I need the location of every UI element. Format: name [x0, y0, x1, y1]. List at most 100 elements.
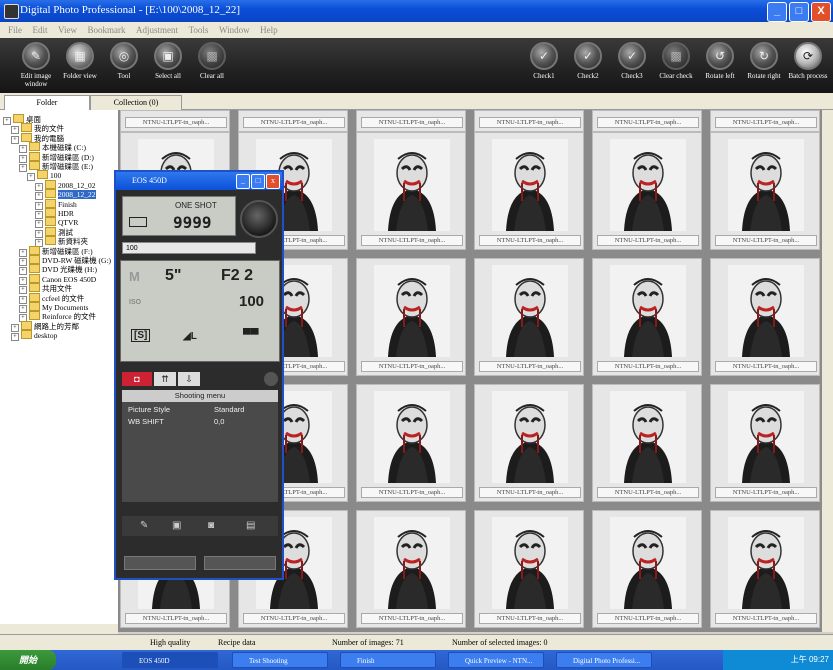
- white-balance-icon[interactable]: ▀▀: [243, 329, 259, 341]
- thumbnail-label: NTNU-LTLPT-tn_oaph...: [479, 235, 581, 246]
- af-mode-text: ONE SHOT: [175, 201, 217, 210]
- folder-icon: [29, 302, 40, 311]
- eos-bar-right[interactable]: [204, 556, 276, 570]
- clear-all-button[interactable]: ▩ Clear all: [190, 42, 234, 80]
- folder-icon: [45, 198, 56, 208]
- thumbnail-cell[interactable]: NTNU-LTLPT-tn_oaph...: [120, 110, 230, 132]
- thumbnail-image: [492, 265, 568, 357]
- test-shoot-icon[interactable]: ▣: [172, 520, 181, 531]
- thumbnail-cell[interactable]: NTNU-LTLPT-tn_oaph...: [474, 510, 584, 628]
- settings-tab-icon[interactable]: ⇈: [154, 372, 176, 386]
- folder-view-button[interactable]: ▦ Folder view: [58, 42, 102, 80]
- thumbnail-label: NTNU-LTLPT-tn_oaph...: [243, 117, 345, 128]
- thumbnail-cell[interactable]: NTNU-LTLPT-tn_oaph...: [592, 258, 702, 376]
- help-icon[interactable]: [264, 372, 278, 386]
- thumbnail-cell[interactable]: NTNU-LTLPT-tn_oaph...: [710, 110, 820, 132]
- rotate-right-button[interactable]: ↻ Rotate right: [742, 42, 786, 80]
- tool-icon: ◎: [110, 42, 138, 70]
- task-finish[interactable]: Finish: [340, 652, 436, 668]
- eos-maximize-button[interactable]: □: [251, 174, 265, 189]
- eos-settings-lcd: M 5" F2 2 ISO 100 [S] ◢L ▀▀: [120, 260, 280, 362]
- thumbnail-cell[interactable]: NTNU-LTLPT-tn_oaph...: [356, 132, 466, 250]
- task-eos[interactable]: EOS 450D: [122, 652, 218, 668]
- clear-check-button[interactable]: ▩ Clear check: [654, 42, 698, 80]
- timer-icon[interactable]: ◙: [208, 520, 214, 531]
- thumbnail-cell[interactable]: NTNU-LTLPT-tn_oaph...: [474, 258, 584, 376]
- shutter-release-button[interactable]: [240, 200, 278, 238]
- expand-icon[interactable]: +: [3, 117, 11, 125]
- tree-node[interactable]: + desktop: [11, 330, 57, 342]
- tree-horizontal-scrollbar[interactable]: [0, 624, 118, 634]
- minimize-button[interactable]: _: [767, 2, 787, 22]
- shooting-count-field[interactable]: 100: [122, 242, 256, 254]
- rotate-left-button[interactable]: ↺ Rotate left: [698, 42, 742, 80]
- menu-row-wb-shift[interactable]: WB SHIFT 0,0: [122, 416, 278, 427]
- task-quick-preview[interactable]: Quick Preview - NTN...: [448, 652, 544, 668]
- menu-edit[interactable]: Edit: [33, 22, 48, 38]
- check1-button[interactable]: ✓ Check1: [522, 42, 566, 80]
- tab-folder[interactable]: Folder: [4, 95, 90, 110]
- thumbnail-label: NTNU-LTLPT-tn_oaph...: [597, 235, 699, 246]
- clear-all-icon: ▩: [198, 42, 226, 70]
- download-tab-icon[interactable]: ⇩: [178, 372, 200, 386]
- thumbnail-cell[interactable]: NTNU-LTLPT-tn_oaph...: [238, 110, 348, 132]
- start-button[interactable]: 開始: [0, 650, 56, 670]
- image-quality-text[interactable]: ◢L: [183, 331, 197, 342]
- close-button[interactable]: X: [811, 2, 831, 22]
- menu-bookmark[interactable]: Bookmark: [88, 22, 126, 38]
- select-all-button[interactable]: ▣ Select all: [146, 42, 190, 80]
- thumbnail-cell[interactable]: NTNU-LTLPT-tn_oaph...: [592, 510, 702, 628]
- menu-adjustment[interactable]: Adjustment: [136, 22, 178, 38]
- check1-icon: ✓: [530, 42, 558, 70]
- camera-tab-icon[interactable]: ◘: [122, 372, 152, 386]
- menu-view[interactable]: View: [58, 22, 77, 38]
- thumbnail-cell[interactable]: NTNU-LTLPT-tn_oaph...: [474, 384, 584, 502]
- check2-button[interactable]: ✓ Check2: [566, 42, 610, 80]
- thumbnail-cell[interactable]: NTNU-LTLPT-tn_oaph...: [356, 510, 466, 628]
- thumbnail-cell[interactable]: NTNU-LTLPT-tn_oaph...: [356, 384, 466, 502]
- menu-window[interactable]: Window: [219, 22, 250, 38]
- live-view-icon[interactable]: ✎: [140, 520, 148, 531]
- thumbnail-label: NTNU-LTLPT-tn_oaph...: [715, 361, 817, 372]
- thumbnail-cell[interactable]: NTNU-LTLPT-tn_oaph...: [356, 258, 466, 376]
- thumbnail-cell[interactable]: NTNU-LTLPT-tn_oaph...: [710, 258, 820, 376]
- menu-bar: File Edit View Bookmark Adjustment Tools…: [0, 22, 833, 38]
- menu-tools[interactable]: Tools: [189, 22, 209, 38]
- maximize-button[interactable]: □: [789, 2, 809, 22]
- thumbnail-cell[interactable]: NTNU-LTLPT-tn_oaph...: [592, 132, 702, 250]
- thumbnail-cell[interactable]: NTNU-LTLPT-tn_oaph...: [592, 110, 702, 132]
- expand-icon[interactable]: +: [11, 135, 19, 144]
- task-dpp[interactable]: Digital Photo Professi...: [556, 652, 652, 668]
- menu-file[interactable]: File: [8, 22, 22, 38]
- check3-button[interactable]: ✓ Check3: [610, 42, 654, 80]
- task-test-shooting[interactable]: Test Shooting: [232, 652, 328, 668]
- thumbnail-cell[interactable]: NTNU-LTLPT-tn_oaph...: [474, 132, 584, 250]
- edit-image-window-button[interactable]: ✎ Edit image window: [14, 42, 58, 88]
- menu-row-picture-style[interactable]: Picture Style Standard: [122, 404, 278, 415]
- expand-icon[interactable]: +: [11, 333, 19, 342]
- eos-minimize-button[interactable]: _: [236, 174, 250, 189]
- toolbar: ✎ Edit image window ▦ Folder view ◎ Tool ▣ S…: [0, 38, 833, 93]
- mode-m-text[interactable]: M: [129, 269, 140, 284]
- thumbnail-cell[interactable]: NTNU-LTLPT-tn_oaph...: [710, 510, 820, 628]
- aperture-text[interactable]: F2 2: [221, 267, 253, 285]
- tab-collection[interactable]: Collection (0): [90, 95, 182, 110]
- thumbnail-cell[interactable]: NTNU-LTLPT-tn_oaph...: [710, 384, 820, 502]
- thumbnail-cell[interactable]: NTNU-LTLPT-tn_oaph...: [710, 132, 820, 250]
- grid-vertical-scrollbar[interactable]: [822, 110, 833, 632]
- expand-icon[interactable]: +: [27, 173, 35, 182]
- eos-close-button[interactable]: x: [266, 174, 280, 189]
- metering-icon[interactable]: [S]: [131, 329, 151, 342]
- thumbnail-cell[interactable]: NTNU-LTLPT-tn_oaph...: [474, 110, 584, 132]
- expand-icon[interactable]: +: [19, 164, 27, 172]
- shutter-speed-text[interactable]: 5": [165, 267, 181, 285]
- folder-tree: + 桌面 + 我的文件 + 我的電腦 + 本機磁碟 (C:) + 新增磁碟區 (D:) + 新增磁碟區…: [0, 110, 119, 632]
- thumbnail-cell[interactable]: NTNU-LTLPT-tn_oaph...: [356, 110, 466, 132]
- menu-help[interactable]: Help: [260, 22, 278, 38]
- batch-process-button[interactable]: ⟳ Batch process: [786, 42, 830, 80]
- folder-icon[interactable]: ▤: [246, 520, 255, 531]
- tool-button[interactable]: ◎ Tool: [102, 42, 146, 80]
- iso-value[interactable]: 100: [239, 293, 264, 310]
- eos-bar-left[interactable]: [124, 556, 196, 570]
- thumbnail-cell[interactable]: NTNU-LTLPT-tn_oaph...: [592, 384, 702, 502]
